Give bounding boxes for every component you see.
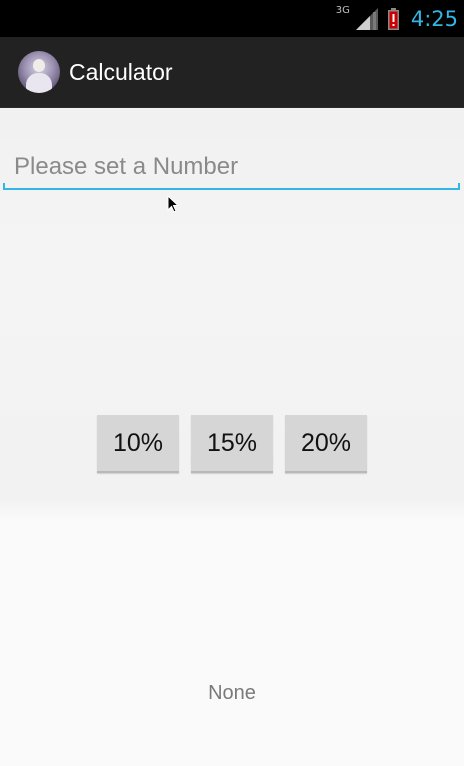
percent-10-button[interactable]: 10% — [97, 415, 179, 473]
status-clock: 4:25 — [410, 6, 458, 31]
percent-20-button[interactable]: 20% — [285, 415, 367, 473]
action-bar: Calculator — [0, 37, 464, 108]
mouse-pointer-icon — [167, 194, 180, 213]
status-bar: 3G 4:25 — [0, 0, 464, 37]
result-text: None — [208, 682, 256, 704]
screen: 3G 4:25 Calculator Please set a Number 1… — [0, 0, 464, 766]
app-title: Calculator — [69, 59, 173, 85]
avatar-body — [26, 73, 52, 93]
app-avatar-icon[interactable] — [18, 51, 60, 93]
avatar-head — [33, 59, 45, 72]
battery-alert-icon — [387, 7, 399, 30]
number-input[interactable] — [14, 145, 454, 189]
cell-signal-icon — [355, 7, 378, 30]
network-type-label: 3G — [335, 5, 350, 16]
input-underline — [3, 183, 460, 190]
percent-15-button[interactable]: 15% — [191, 415, 273, 473]
status-icons: 3G 4:25 — [336, 0, 458, 37]
